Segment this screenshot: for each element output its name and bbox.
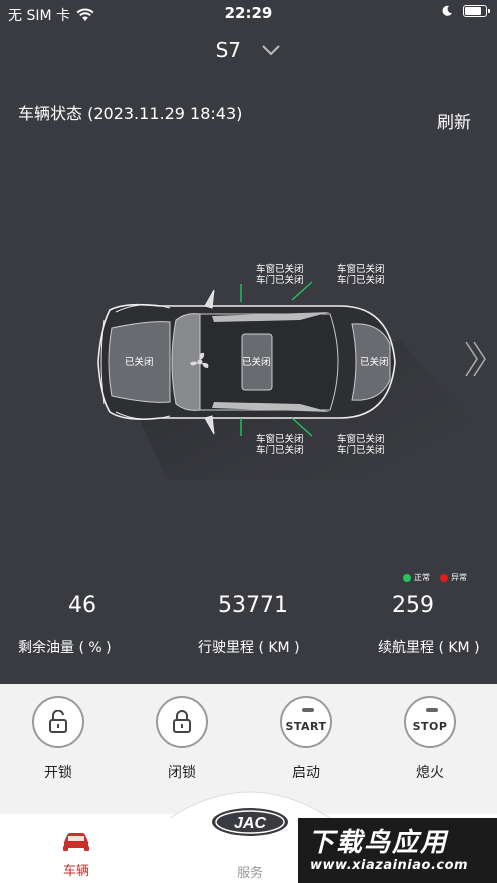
legend-normal-dot (403, 573, 411, 582)
lock-circle[interactable] (156, 696, 208, 748)
window-status: 车窗已关闭 (337, 264, 385, 275)
front-left-status: 车窗已关闭 车门已关闭 (256, 264, 304, 286)
range-label: 续航里程 ( KM ) (378, 640, 480, 656)
sunroof-status: 已关闭 (242, 357, 271, 368)
status-bar: 无 SIM 卡 22:29 (0, 0, 497, 28)
battery-fill (465, 7, 482, 15)
unlock-label: 开锁 (44, 765, 72, 781)
rear-left-status: 车窗已关闭 车门已关闭 (337, 264, 385, 286)
stop-button[interactable]: STOP 熄火 (400, 696, 460, 782)
start-indicator-icon (302, 708, 314, 712)
stop-word: STOP (412, 719, 448, 733)
model-name: S7 (215, 37, 242, 62)
fuel-value: 46 (68, 593, 96, 618)
unlock-icon (49, 710, 67, 733)
door-status: 车门已关闭 (337, 275, 385, 286)
window-status: 车窗已关闭 (256, 264, 304, 275)
front-right-status: 车窗已关闭 车门已关闭 (256, 434, 304, 456)
lock-label: 闭锁 (168, 765, 196, 781)
legend-normal-label: 正常 (414, 573, 430, 582)
lock-button[interactable]: 闭锁 (152, 696, 212, 782)
window-status: 车窗已关闭 (256, 434, 304, 445)
mileage-label: 行驶里程 ( KM ) (198, 640, 300, 656)
fuel-stat: 46 剩余油量 ( % ) (18, 593, 148, 656)
moon-icon (442, 5, 452, 16)
tab-car[interactable]: 车辆 (6, 830, 146, 879)
car-diagram: 已关闭 已关闭 已关闭 车窗已关闭 车门已关闭 车窗已关闭 车门已关闭 车窗已关… (0, 250, 497, 510)
status-legend: 正常 异常 (403, 572, 467, 583)
mileage-stat: 53771 行驶里程 ( KM ) (196, 593, 306, 656)
legend-abnormal-dot (440, 573, 448, 582)
stop-circle[interactable]: STOP (404, 696, 456, 748)
start-label: 启动 (292, 765, 320, 781)
door-status: 车门已关闭 (256, 445, 304, 456)
clock: 22:29 (224, 4, 273, 22)
model-selector[interactable]: S7 (0, 36, 497, 62)
refresh-button[interactable]: 刷新 (437, 108, 471, 133)
vehicle-status-title: 车辆状态 (2023.11.29 18:43) (18, 104, 243, 123)
door-status: 车门已关闭 (337, 445, 385, 456)
legend-normal: 正常 (403, 572, 430, 583)
mileage-value: 53771 (218, 593, 288, 618)
door-status: 车门已关闭 (256, 275, 304, 286)
window-status: 车窗已关闭 (337, 434, 385, 445)
legend-abnormal: 异常 (440, 572, 467, 583)
stop-label: 熄火 (416, 765, 444, 781)
car-icon (63, 833, 89, 851)
front-hood-status: 已关闭 (125, 357, 154, 368)
tab-car-label: 车辆 (62, 864, 89, 879)
chevron-down-icon (262, 44, 281, 55)
jac-logo-text: JAC (234, 815, 266, 832)
watermark: 下载鸟应用 www.xiazainiao.com (298, 818, 497, 883)
range-stat: 259 续航里程 ( KM ) (378, 593, 488, 656)
rear-right-status: 车窗已关闭 车门已关闭 (337, 434, 385, 456)
start-word: START (285, 719, 327, 733)
start-circle[interactable]: START (280, 696, 332, 748)
unlock-button[interactable]: 开锁 (28, 696, 88, 782)
double-chevron-right-icon[interactable] (463, 340, 489, 378)
watermark-url: www.xiazainiao.com (310, 858, 469, 873)
status-right (441, 5, 490, 17)
battery-icon (463, 5, 490, 17)
watermark-title: 下载鸟应用 (308, 828, 449, 858)
fuel-label: 剩余油量 ( % ) (18, 640, 112, 656)
trunk-status: 已关闭 (360, 357, 389, 368)
range-value: 259 (392, 593, 434, 618)
unlock-circle[interactable] (32, 696, 84, 748)
lock-icon (173, 710, 191, 733)
legend-abnormal-label: 异常 (451, 573, 467, 582)
start-button[interactable]: START 启动 (276, 696, 336, 782)
stop-indicator-icon (426, 708, 438, 712)
